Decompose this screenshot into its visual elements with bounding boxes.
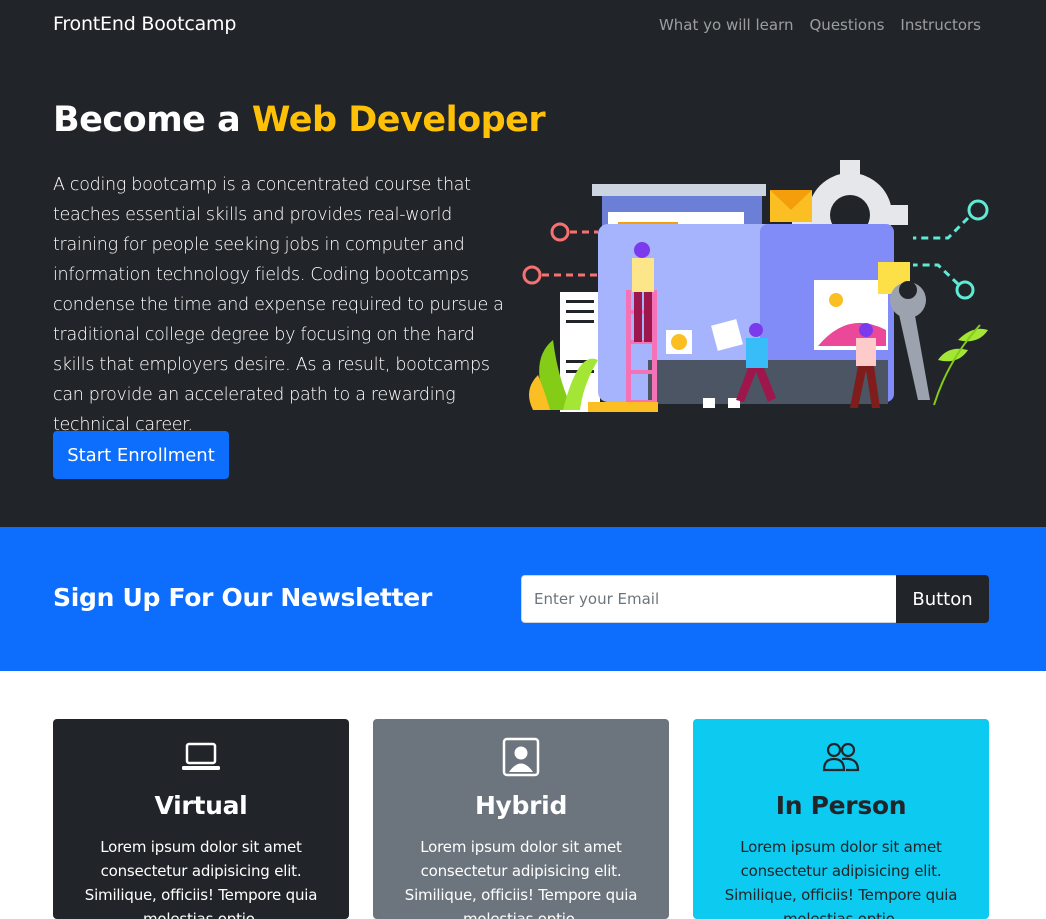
person-badge-icon (502, 737, 540, 777)
card-text: Lorem ipsum dolor sit amet consectetur a… (404, 838, 638, 919)
hero-title: Become a Web Developer (53, 100, 546, 140)
newsletter-submit-button[interactable]: Button (896, 575, 989, 623)
card-text: Lorem ipsum dolor sit amet consectetur a… (724, 838, 958, 919)
newsletter-section: Sign Up For Our Newsletter Button (0, 527, 1046, 671)
card-title: In Person (775, 791, 907, 820)
hero-title-accent: Web Developer (251, 100, 546, 140)
card-hybrid: Hybrid Lorem ipsum dolor sit amet consec… (373, 719, 669, 919)
card-virtual: Virtual Lorem ipsum dolor sit amet conse… (53, 719, 349, 919)
card-text: Lorem ipsum dolor sit amet consectetur a… (84, 838, 318, 919)
nav-link-learn[interactable]: What yo will learn (659, 16, 794, 34)
people-icon (822, 742, 860, 772)
brand-link[interactable]: FrontEnd Bootcamp (53, 13, 236, 35)
newsletter-title: Sign Up For Our Newsletter (53, 583, 432, 612)
laptop-icon (182, 742, 220, 770)
card-title: Hybrid (474, 791, 568, 820)
nav-link-instructors[interactable]: Instructors (900, 16, 981, 34)
email-input[interactable] (521, 575, 897, 623)
nav-link-questions[interactable]: Questions (810, 16, 885, 34)
card-title: Virtual (154, 791, 248, 820)
hero-title-prefix: Become a (53, 100, 252, 140)
hero-lead: A coding bootcamp is a concentrated cour… (53, 175, 504, 435)
nav-links: What yo will learn Questions Instructors (659, 16, 981, 34)
hero-illustration (522, 160, 989, 412)
hero-section: Become a Web Developer A coding bootcamp… (0, 52, 1046, 527)
card-in-person: In Person Lorem ipsum dolor sit amet con… (693, 719, 989, 919)
start-enrollment-button[interactable]: Start Enrollment (53, 431, 229, 479)
navbar: FrontEnd Bootcamp What yo will learn Que… (0, 0, 1046, 52)
boxes-section: Virtual Lorem ipsum dolor sit amet conse… (0, 671, 1046, 919)
